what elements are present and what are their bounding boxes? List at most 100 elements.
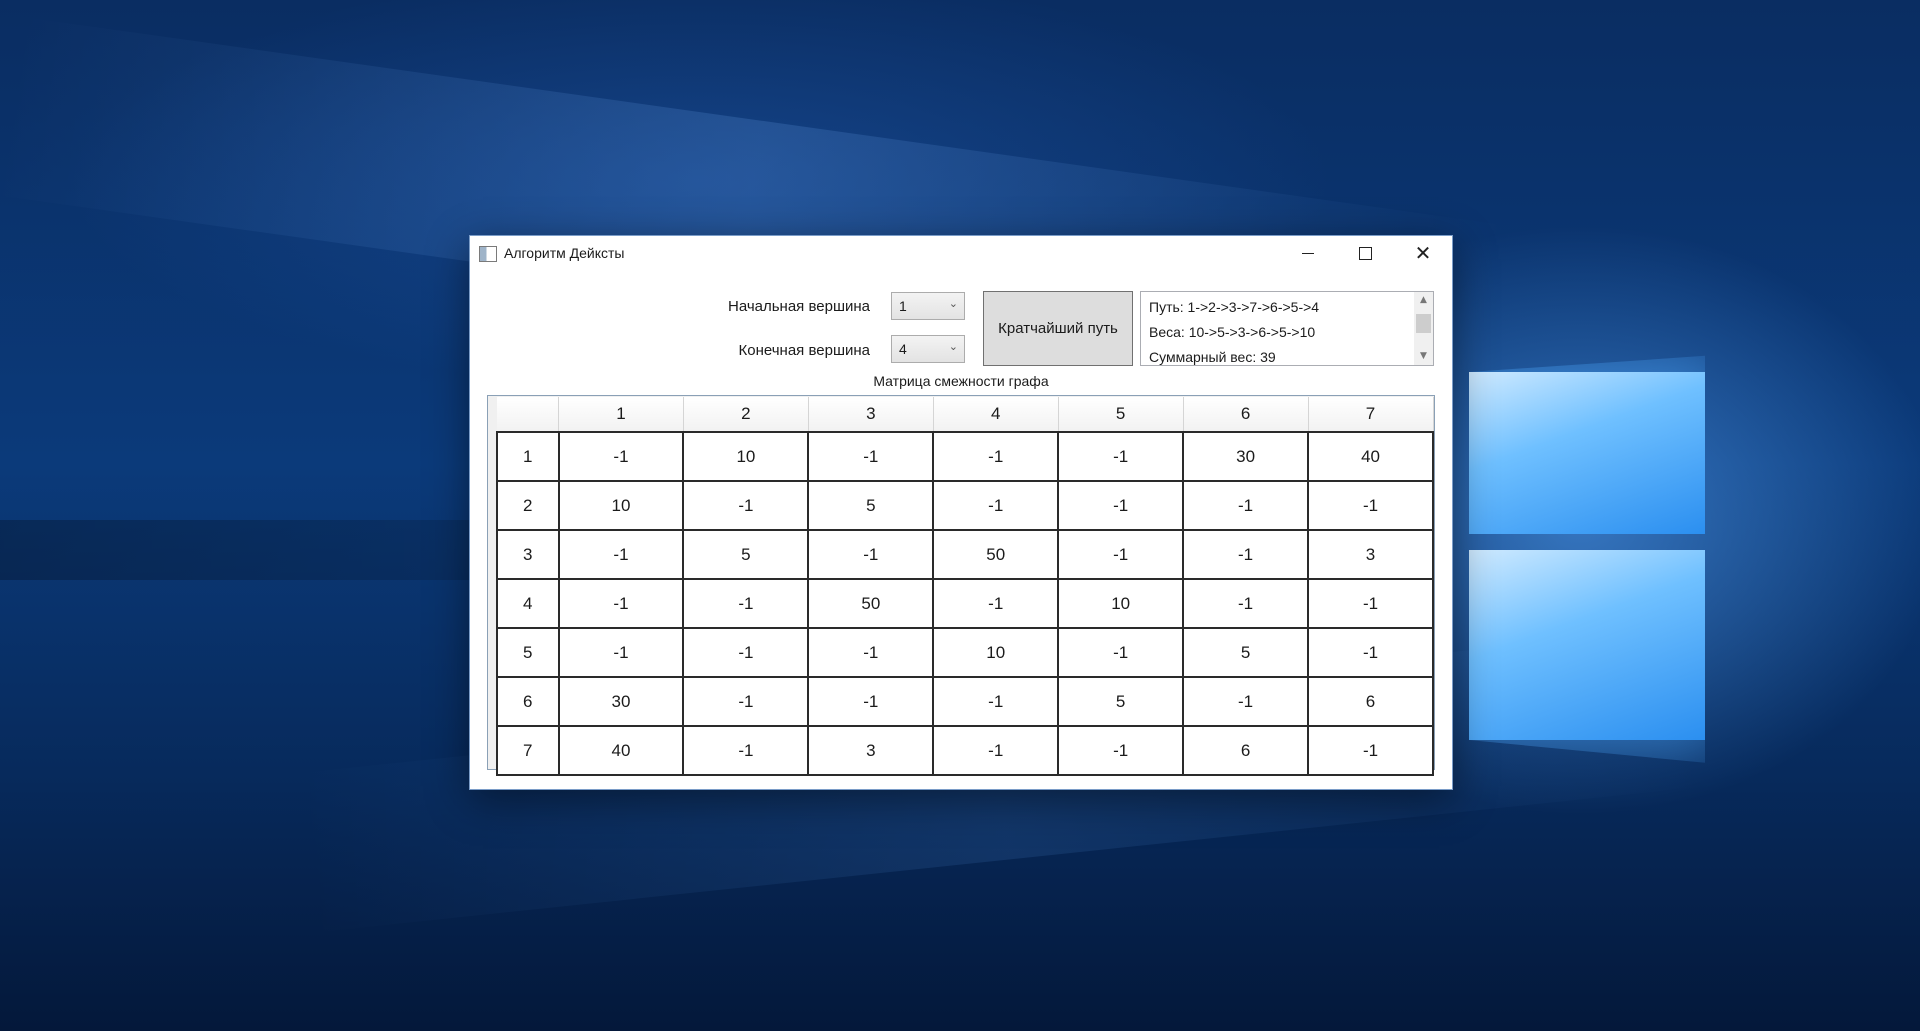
scroll-up-icon[interactable]: ▲	[1414, 292, 1433, 309]
start-vertex-value: 1	[899, 298, 907, 314]
table-row: 1 -1 10 -1 -1 -1 30 40	[496, 431, 1434, 482]
matrix-cell[interactable]: -1	[682, 480, 810, 531]
matrix-cell[interactable]: 10	[932, 627, 1060, 678]
table-row: 5 -1 -1 -1 10 -1 5 -1	[496, 627, 1434, 678]
matrix-cell[interactable]: -1	[1182, 529, 1310, 580]
matrix-cell[interactable]: -1	[1057, 480, 1185, 531]
matrix-cell[interactable]: -1	[682, 725, 810, 776]
matrix-cell[interactable]: -1	[1057, 725, 1185, 776]
column-header[interactable]: 1	[558, 397, 684, 433]
matrix-cell[interactable]: -1	[932, 431, 1060, 482]
matrix-cell[interactable]: 3	[1307, 529, 1434, 580]
matrix-cell[interactable]: 6	[1307, 676, 1434, 727]
matrix-cell[interactable]: -1	[1182, 578, 1310, 629]
matrix-cell[interactable]: 5	[682, 529, 810, 580]
matrix-cell[interactable]: -1	[1307, 578, 1434, 629]
matrix-cell[interactable]: 5	[1057, 676, 1185, 727]
matrix-cell[interactable]: -1	[807, 529, 935, 580]
matrix-cell[interactable]: 50	[932, 529, 1060, 580]
result-total-text: Суммарный вес: 39	[1149, 349, 1276, 365]
column-header[interactable]: 4	[933, 397, 1059, 433]
app-window: Алгоритм Дейксты ✕ Начальная вершина 1 ⌄…	[469, 235, 1453, 790]
matrix-cell[interactable]: 5	[807, 480, 935, 531]
table-row: 6 30 -1 -1 -1 5 -1 6	[496, 676, 1434, 727]
matrix-cell[interactable]: 30	[1182, 431, 1310, 482]
matrix-cell[interactable]: -1	[1307, 725, 1434, 776]
maximize-icon	[1358, 246, 1372, 260]
close-button[interactable]: ✕	[1394, 236, 1452, 270]
scroll-down-icon[interactable]: ▼	[1414, 348, 1433, 365]
row-header[interactable]: 2	[496, 480, 560, 531]
matrix-cell[interactable]: -1	[1307, 480, 1434, 531]
column-header[interactable]: 5	[1058, 397, 1184, 433]
matrix-cell[interactable]: -1	[807, 431, 935, 482]
result-weights-text: Веса: 10->5->3->6->5->10	[1149, 324, 1316, 340]
matrix-cell[interactable]: -1	[932, 578, 1060, 629]
shortest-path-button[interactable]: Кратчайший путь	[983, 291, 1133, 366]
end-vertex-value: 4	[899, 341, 907, 357]
row-header[interactable]: 5	[496, 627, 560, 678]
matrix-cell[interactable]: -1	[1057, 431, 1185, 482]
matrix-caption: Матрица смежности графа	[873, 373, 1049, 389]
title-bar[interactable]: Алгоритм Дейксты ✕	[470, 236, 1452, 270]
app-icon	[479, 246, 497, 262]
matrix-cell[interactable]: 40	[1307, 431, 1434, 482]
end-vertex-select[interactable]: 4 ⌄	[891, 335, 965, 363]
chevron-down-icon: ⌄	[948, 297, 958, 310]
matrix-cell[interactable]: -1	[1182, 676, 1310, 727]
matrix-cell[interactable]: -1	[682, 578, 810, 629]
matrix-cell[interactable]: -1	[932, 480, 1060, 531]
matrix-cell[interactable]: 6	[1182, 725, 1310, 776]
matrix-cell[interactable]: -1	[1057, 627, 1185, 678]
table-row: 7 40 -1 3 -1 -1 6 -1	[496, 725, 1434, 776]
table-row: 4 -1 -1 50 -1 10 -1 -1	[496, 578, 1434, 629]
chevron-down-icon: ⌄	[948, 340, 958, 353]
matrix-cell[interactable]: 50	[807, 578, 935, 629]
start-vertex-select[interactable]: 1 ⌄	[891, 292, 965, 320]
matrix-cell[interactable]: -1	[807, 676, 935, 727]
windows-logo-pane	[1469, 372, 1705, 534]
matrix-cell[interactable]: -1	[557, 431, 685, 482]
minimize-button[interactable]	[1279, 236, 1337, 270]
column-header[interactable]: 7	[1308, 397, 1434, 433]
table-row: 2 10 -1 5 -1 -1 -1 -1	[496, 480, 1434, 531]
minimize-icon	[1302, 252, 1314, 254]
column-header[interactable]: 2	[683, 397, 809, 433]
column-header[interactable]: 3	[808, 397, 934, 433]
matrix-cell[interactable]: -1	[807, 627, 935, 678]
matrix-cell[interactable]: 30	[557, 676, 685, 727]
matrix-cell[interactable]: 3	[807, 725, 935, 776]
row-header[interactable]: 7	[496, 725, 560, 776]
result-textbox[interactable]: Путь: 1->2->3->7->6->5->4 Веса: 10->5->3…	[1140, 291, 1434, 366]
scroll-thumb[interactable]	[1416, 314, 1431, 333]
windows-logo-pane	[1469, 550, 1705, 740]
maximize-button[interactable]	[1336, 236, 1394, 270]
matrix-cell[interactable]: 5	[1182, 627, 1310, 678]
row-header[interactable]: 3	[496, 529, 560, 580]
matrix-cell[interactable]: -1	[557, 627, 685, 678]
matrix-cell[interactable]: 10	[557, 480, 685, 531]
end-vertex-label: Конечная вершина	[738, 342, 870, 359]
matrix-cell[interactable]: -1	[682, 676, 810, 727]
matrix-cell[interactable]: -1	[1057, 529, 1185, 580]
matrix-cell[interactable]: -1	[557, 578, 685, 629]
close-icon: ✕	[1414, 241, 1432, 265]
row-header[interactable]: 6	[496, 676, 560, 727]
matrix-cell[interactable]: 40	[557, 725, 685, 776]
matrix-cell[interactable]: -1	[1307, 627, 1434, 678]
matrix-cell[interactable]: 10	[682, 431, 810, 482]
grid-header-row: 1234567	[497, 397, 1434, 433]
matrix-cell[interactable]: 10	[1057, 578, 1185, 629]
row-header[interactable]: 1	[496, 431, 560, 482]
start-vertex-label: Начальная вершина	[727, 298, 870, 315]
result-path-text: Путь: 1->2->3->7->6->5->4	[1149, 299, 1320, 315]
matrix-cell[interactable]: -1	[682, 627, 810, 678]
windows-logo	[1455, 340, 1715, 760]
row-header[interactable]: 4	[496, 578, 560, 629]
matrix-cell[interactable]: -1	[932, 676, 1060, 727]
matrix-cell[interactable]: -1	[557, 529, 685, 580]
column-header[interactable]: 6	[1183, 397, 1309, 433]
result-scrollbar[interactable]: ▲ ▼	[1414, 292, 1433, 365]
matrix-cell[interactable]: -1	[1182, 480, 1310, 531]
matrix-cell[interactable]: -1	[932, 725, 1060, 776]
